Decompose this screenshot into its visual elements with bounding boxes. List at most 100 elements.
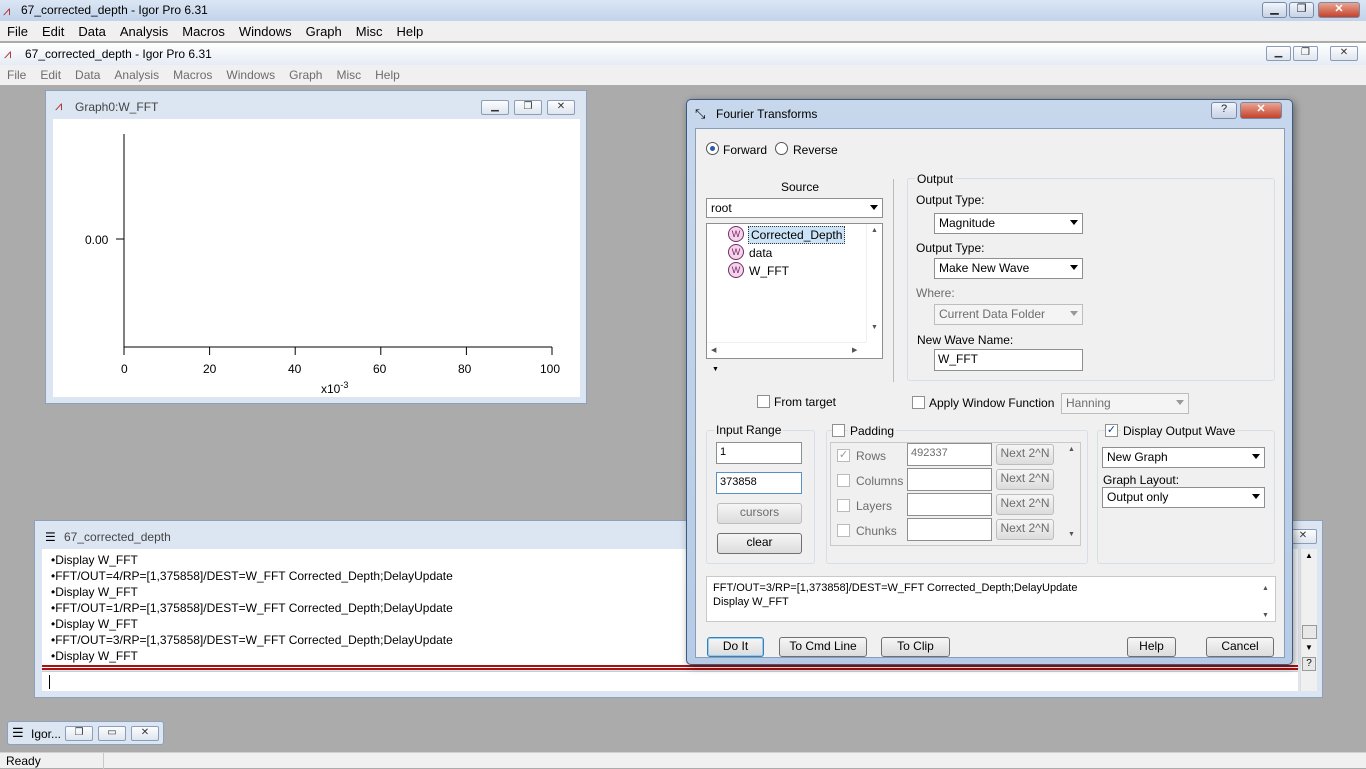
- command-line-input[interactable]: [42, 671, 1298, 691]
- graph-minimize-button[interactable]: ▁: [481, 100, 509, 115]
- dialog-close-button[interactable]: ✕: [1240, 102, 1282, 119]
- menu-macros[interactable]: Macros: [175, 24, 232, 39]
- graph-restore-button[interactable]: ❐: [514, 100, 542, 115]
- inner-menu-file[interactable]: File: [0, 68, 33, 82]
- clear-button[interactable]: clear: [717, 533, 802, 554]
- where-select[interactable]: Current Data Folder: [934, 304, 1083, 325]
- range-end-input[interactable]: 373858: [716, 472, 802, 494]
- padding-label[interactable]: Padding: [848, 424, 897, 438]
- cancel-button[interactable]: Cancel: [1206, 637, 1274, 657]
- padding-scrollbar[interactable]: ▲ ▼: [1065, 443, 1080, 545]
- inner-menu-analysis[interactable]: Analysis: [107, 68, 166, 82]
- scroll-right-icon[interactable]: ▶: [852, 346, 857, 354]
- next-2n-button[interactable]: Next 2^N: [996, 469, 1054, 490]
- output-type-select[interactable]: Magnitude: [934, 213, 1083, 234]
- history-close-button[interactable]: ✕: [1289, 529, 1317, 544]
- scroll-down-icon[interactable]: ▼: [1262, 609, 1269, 623]
- do-it-button[interactable]: Do It: [707, 637, 764, 657]
- scroll-up-icon[interactable]: ▲: [1305, 551, 1313, 560]
- inner-menu-graph[interactable]: Graph: [282, 68, 329, 82]
- command-preview[interactable]: FFT/OUT=3/RP=[1,373858]/DEST=W_FFT Corre…: [706, 576, 1276, 622]
- scroll-down-icon[interactable]: ▼: [1305, 643, 1313, 652]
- output-destination-select[interactable]: Make New Wave: [934, 258, 1083, 279]
- inner-restore-button[interactable]: ❐: [1293, 46, 1318, 61]
- padding-row-checkbox[interactable]: [837, 499, 850, 512]
- list-hscroll[interactable]: ◀ ▶: [707, 342, 866, 358]
- scroll-thumb[interactable]: [1302, 625, 1317, 639]
- forward-radio[interactable]: [706, 142, 719, 155]
- from-target-checkbox[interactable]: [757, 395, 770, 408]
- to-clip-button[interactable]: To Clip: [881, 637, 950, 657]
- inner-menu-windows[interactable]: Windows: [219, 68, 282, 82]
- graph-close-button[interactable]: ✕: [547, 100, 575, 115]
- inner-menu-data[interactable]: Data: [68, 68, 107, 82]
- next-2n-button[interactable]: Next 2^N: [996, 444, 1054, 465]
- scroll-up-icon[interactable]: ▲: [1068, 446, 1075, 453]
- x-multiplier-base: x10: [321, 382, 341, 396]
- range-start-input[interactable]: 1: [716, 442, 802, 464]
- history-scrollbar[interactable]: ▲ ▼ ?: [1300, 549, 1317, 691]
- padding-checkbox[interactable]: [832, 424, 845, 437]
- forward-label[interactable]: Forward: [723, 143, 767, 157]
- menu-help[interactable]: Help: [389, 24, 430, 39]
- menu-edit[interactable]: Edit: [35, 24, 71, 39]
- scroll-up-icon[interactable]: ▲: [871, 227, 878, 234]
- minimized-maximize-button[interactable]: ▭: [98, 726, 126, 741]
- menu-file[interactable]: File: [0, 24, 35, 39]
- scroll-down-icon[interactable]: ▼: [1068, 531, 1075, 538]
- minimize-button[interactable]: ▁: [1262, 2, 1287, 18]
- list-item[interactable]: W W_FFT: [728, 262, 868, 279]
- padding-row-input[interactable]: [907, 468, 992, 491]
- inner-menu-misc[interactable]: Misc: [329, 68, 368, 82]
- menu-data[interactable]: Data: [71, 24, 112, 39]
- maximize-button[interactable]: ❐: [1289, 2, 1314, 18]
- display-output-checkbox[interactable]: ✓: [1105, 424, 1118, 437]
- inner-menu-help[interactable]: Help: [368, 68, 407, 82]
- display-target-select[interactable]: New Graph: [1102, 447, 1265, 468]
- inner-minimize-button[interactable]: ▁: [1266, 46, 1291, 61]
- to-cmd-line-button[interactable]: To Cmd Line: [779, 637, 867, 657]
- from-target-label[interactable]: From target: [774, 395, 836, 409]
- window-function-select[interactable]: Hanning: [1061, 393, 1189, 414]
- apply-window-label[interactable]: Apply Window Function: [929, 396, 1054, 410]
- reverse-radio[interactable]: [775, 142, 788, 155]
- list-vscroll[interactable]: ▲ ▼: [866, 224, 882, 342]
- menu-windows[interactable]: Windows: [232, 24, 299, 39]
- list-item[interactable]: W Corrected_Depth: [728, 226, 868, 244]
- inner-menu-macros[interactable]: Macros: [166, 68, 219, 82]
- padding-row-checkbox[interactable]: [837, 524, 850, 537]
- menu-graph[interactable]: Graph: [299, 24, 349, 39]
- source-folder-select[interactable]: root: [706, 198, 883, 218]
- new-wave-name-input[interactable]: W_FFT: [934, 349, 1083, 371]
- display-output-label[interactable]: Display Output Wave: [1121, 424, 1238, 438]
- help-button[interactable]: Help: [1127, 637, 1176, 657]
- minimized-close-button[interactable]: ✕: [131, 726, 159, 741]
- help-corner-icon[interactable]: ?: [1302, 657, 1316, 671]
- close-button[interactable]: ✕: [1318, 2, 1360, 18]
- wave-list[interactable]: W Corrected_Depth W data W W_FFT ▲ ▼ ◀ ▶: [706, 223, 883, 359]
- minimized-restore-button[interactable]: ❐: [65, 726, 93, 741]
- padding-row-checkbox[interactable]: [837, 474, 850, 487]
- scroll-down-icon[interactable]: ▼: [871, 324, 878, 331]
- scroll-up-icon[interactable]: ▲: [1262, 582, 1269, 596]
- reverse-label[interactable]: Reverse: [793, 143, 838, 157]
- graph-layout-select[interactable]: Output only: [1102, 487, 1265, 508]
- list-item[interactable]: W data: [728, 244, 868, 261]
- next-2n-button[interactable]: Next 2^N: [996, 519, 1054, 540]
- apply-window-checkbox[interactable]: [912, 396, 925, 409]
- minimized-window[interactable]: ☰ Igor... ❐ ▭ ✕: [7, 721, 164, 745]
- padding-row-input[interactable]: [907, 493, 992, 516]
- padding-row-input[interactable]: 492337: [907, 443, 992, 466]
- list-options-icon[interactable]: ▼: [712, 366, 719, 373]
- menu-misc[interactable]: Misc: [349, 24, 390, 39]
- next-2n-button[interactable]: Next 2^N: [996, 494, 1054, 515]
- inner-menu-edit[interactable]: Edit: [33, 68, 68, 82]
- inner-close-button[interactable]: ✕: [1330, 46, 1358, 61]
- menu-analysis[interactable]: Analysis: [113, 24, 175, 39]
- padding-row-input[interactable]: [907, 518, 992, 541]
- scroll-left-icon[interactable]: ◀: [711, 346, 716, 354]
- padding-row-checkbox[interactable]: ✓: [837, 449, 850, 462]
- cursors-button[interactable]: cursors: [717, 503, 802, 524]
- dialog-help-button[interactable]: ?: [1211, 102, 1237, 119]
- history-divider[interactable]: [42, 665, 1298, 670]
